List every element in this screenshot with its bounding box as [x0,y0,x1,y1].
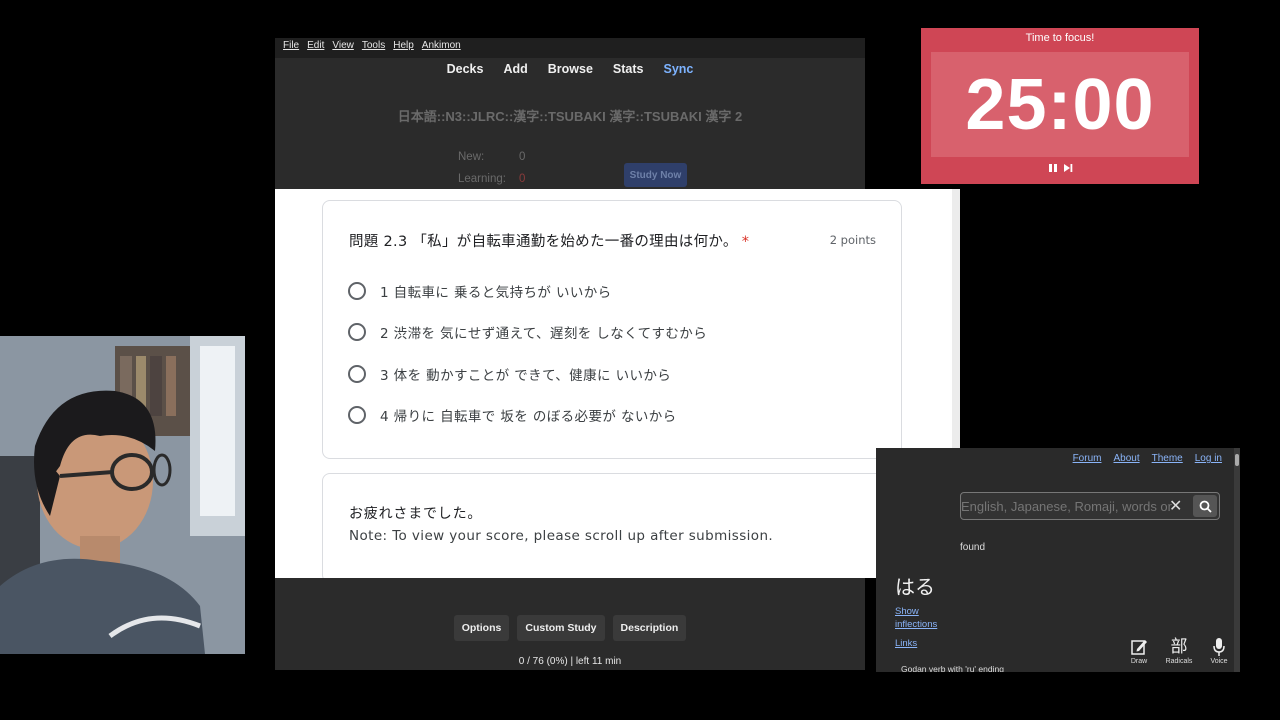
result-word: はる [895,575,935,599]
description-button[interactable]: Description [612,615,687,641]
input-tools: Draw 部 Radicals Voice [1124,636,1234,665]
answer-option-4[interactable]: 4 帰りに 自転車で 坂を のぼる必要が ないから [348,405,677,425]
new-count: 0 [519,151,526,163]
dictionary-search: ✕ [960,492,1220,520]
dictionary-scrollbar[interactable] [1234,448,1240,672]
search-button[interactable] [1193,495,1217,517]
question-card: 問題 2.3 「私」が自転車通勤を始めた一番の理由は何か。 * 2 points … [322,200,902,459]
about-link[interactable]: About [1113,453,1139,464]
pencil-square-icon [1131,640,1147,655]
webcam-feed [0,336,245,654]
toolbar-add[interactable]: Add [503,62,527,76]
theme-link[interactable]: Theme [1152,453,1183,464]
study-now-button[interactable]: Study Now [624,163,687,187]
menu-file[interactable]: File [283,40,299,56]
option-text: 4 帰りに 自転車で 坂を のぼる必要が ないから [380,409,677,425]
deck-stats: New: 0 Learning: 0 [458,146,525,190]
dictionary-search-input[interactable] [961,493,1191,519]
microphone-icon [1213,638,1225,656]
results-found-text: found [960,542,986,553]
search-icon [1199,500,1212,513]
timer-controls [921,163,1199,173]
answer-option-2[interactable]: 2 渋滞を 気にせず通えて、遅刻を しなくてすむから [348,322,707,342]
main-toolbar: Decks Add Browse Stats Sync [275,62,865,76]
voice-tool[interactable]: Voice [1204,636,1234,665]
deck-actions: Options Custom Study Description [275,615,865,641]
timer-time: 25:00 [965,64,1155,145]
option-text: 1 自転車に 乗ると気持ちが いいから [380,285,612,301]
timer-label: Time to focus! [1025,32,1095,44]
question-points: 2 points [829,233,876,247]
draw-label: Draw [1130,658,1148,665]
learning-label: Learning: [458,173,506,185]
answer-option-1[interactable]: 1 自転車に 乗ると気持ちが いいから [348,281,612,301]
option-text: 2 渋滞を 気にせず通えて、遅刻を しなくてすむから [380,326,708,342]
voice-label: Voice [1210,658,1228,665]
quiz-form: 問題 2.3 「私」が自転車通勤を始めた一番の理由は何か。 * 2 points … [275,189,952,578]
question-text: 問題 2.3 「私」が自転車通勤を始めた一番の理由は何か。 [349,234,738,250]
menu-help[interactable]: Help [393,40,414,56]
show-inflections-link[interactable]: Show inflections [895,605,937,631]
menu-edit[interactable]: Edit [307,40,324,56]
deck-title: 日本語::N3::JLRC::漢字::TSUBAKI 漢字::TSUBAKI 漢… [397,109,743,124]
menu-tools[interactable]: Tools [362,40,385,56]
completion-message: お疲れさまでした。 [349,506,483,522]
completion-card: お疲れさまでした。 Note: To view your score, plea… [322,473,902,578]
menu-ankimon[interactable]: Ankimon [422,40,461,56]
timer-display: 25:00 [931,52,1189,157]
dictionary-nav: Forum About Theme Log in [1073,453,1222,464]
radio-button[interactable] [348,282,366,300]
scrollbar-thumb[interactable] [1235,454,1239,466]
links-link[interactable]: Links [895,637,917,650]
skip-next-icon[interactable] [1063,163,1073,173]
radicals-label: Radicals [1165,658,1193,665]
toolbar-browse[interactable]: Browse [548,62,593,76]
menu-view[interactable]: View [332,40,354,56]
pause-icon[interactable] [1048,163,1058,173]
radicals-icon: 部 [1170,637,1188,657]
toolbar-decks[interactable]: Decks [447,62,484,76]
menu-bar: File Edit View Tools Help Ankimon [275,38,865,58]
part-of-speech: Godan verb with 'ru' ending [901,664,1004,672]
learning-count: 0 [519,173,526,185]
draw-tool[interactable]: Draw [1124,636,1154,665]
pomodoro-timer: Time to focus! 25:00 [921,28,1199,184]
required-marker: * [741,234,750,250]
forum-link[interactable]: Forum [1073,453,1102,464]
new-label: New: [458,151,485,163]
answer-option-3[interactable]: 3 体を 動かすことが できて、健康に いいから [348,364,671,384]
radio-button[interactable] [348,406,366,424]
question-title: 問題 2.3 「私」が自転車通勤を始めた一番の理由は何か。 * [349,230,749,251]
radicals-tool[interactable]: 部 Radicals [1164,636,1194,665]
toolbar-sync[interactable]: Sync [664,62,694,76]
dictionary-panel: Forum About Theme Log in ✕ found はる Show… [876,448,1240,672]
clear-icon[interactable]: ✕ [1169,496,1182,515]
options-button[interactable]: Options [453,615,510,641]
login-link[interactable]: Log in [1195,453,1222,464]
score-note: Note: To view your score, please scroll … [349,528,774,544]
radio-button[interactable] [348,365,366,383]
option-text: 3 体を 動かすことが できて、健康に いいから [380,368,672,384]
radio-button[interactable] [348,323,366,341]
show-inflections-line2: inflections [895,619,938,630]
webcam-person-image [0,336,245,654]
show-inflections-line1: Show [895,606,919,617]
custom-study-button[interactable]: Custom Study [517,615,605,641]
toolbar-stats[interactable]: Stats [613,62,644,76]
review-progress: 0 / 76 (0%) | left 11 min [518,656,622,667]
